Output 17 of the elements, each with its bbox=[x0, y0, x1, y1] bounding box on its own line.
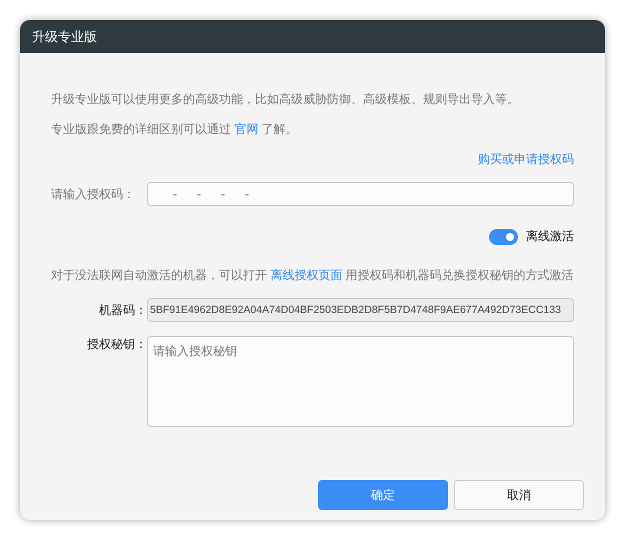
window-title: 升级专业版 bbox=[32, 28, 97, 46]
offline-toggle[interactable] bbox=[489, 228, 518, 244]
machine-code-field[interactable]: 5BF91E4962D8E92A04A74D04BF2503EDB2D8F5B7D4748F9AE677A492D73ECC133 bbox=[147, 298, 574, 322]
compare-text: 专业版跟免费的详细区别可以通过 官网 了解。 bbox=[51, 121, 299, 138]
cancel-button[interactable]: 取消 bbox=[454, 480, 584, 510]
buy-link[interactable]: 购买或申请授权码 bbox=[478, 151, 574, 168]
machine-code-label: 机器码： bbox=[98, 302, 147, 318]
confirm-button[interactable]: 确定 bbox=[318, 480, 448, 510]
intro-text: 升级专业版可以使用更多的高级功能，比如高级威胁防御、高级模板、规则导出导入等。 bbox=[51, 91, 520, 108]
offline-page-link[interactable]: 离线授权页面 bbox=[270, 268, 342, 282]
offline-note: 对于没法联网自动激活的机器，可以打开 离线授权页面 用授权码和机器码兑换授权秘钥的方式激活 bbox=[51, 267, 574, 284]
website-link[interactable]: 官网 bbox=[234, 122, 258, 136]
secret-field[interactable]: 请输入授权秘钥 bbox=[147, 336, 574, 427]
license-field[interactable]: - - - - bbox=[147, 182, 574, 206]
secret-label: 授权秘钥： bbox=[86, 336, 147, 353]
license-label: 请输入授权码： bbox=[51, 186, 136, 202]
offline-label: 离线激活 bbox=[526, 228, 574, 245]
